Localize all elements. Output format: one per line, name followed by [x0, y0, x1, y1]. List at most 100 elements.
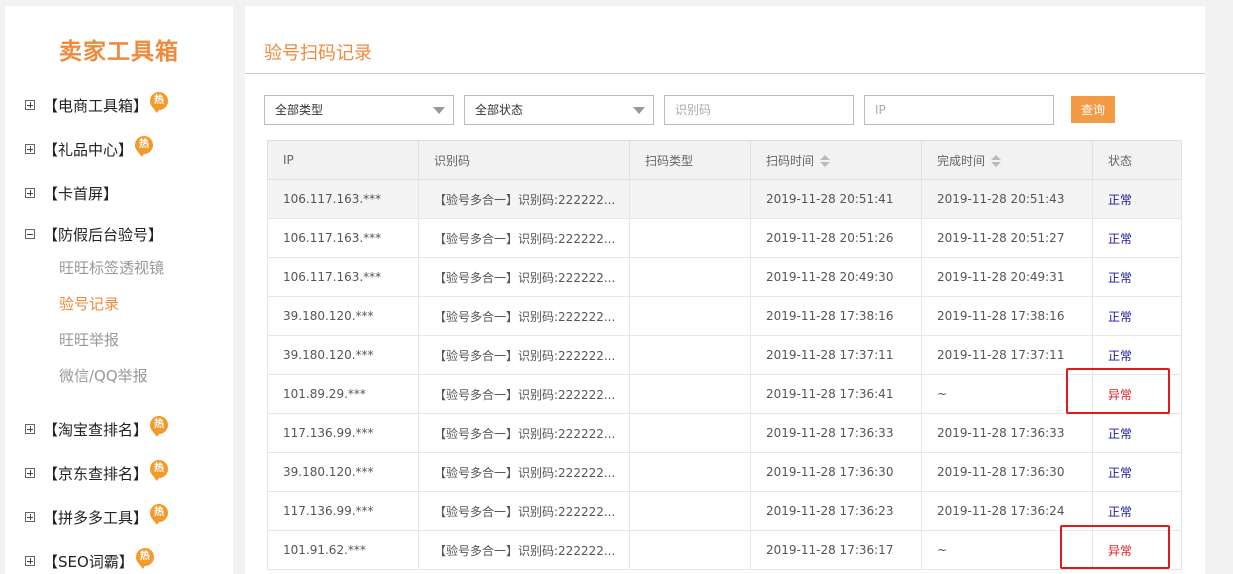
- nav-item-anti-fake-verify[interactable]: 【防假后台验号】: [25, 223, 163, 245]
- table-row: 39.180.120.*** 【验号多合一】识别码:222222... 2019-1…: [267, 452, 1182, 492]
- nav-item-pinduoduo-tools[interactable]: 【拼多多工具】 热: [25, 504, 169, 528]
- header-label: IP: [283, 153, 294, 167]
- cell-code[interactable]: 【验号多合一】识别码:222222...: [418, 413, 630, 453]
- cell-code-text: 【验号多合一】识别码:222222...: [434, 231, 616, 246]
- code-input[interactable]: [664, 95, 854, 125]
- header-label: 完成时间: [937, 153, 986, 168]
- cell-code[interactable]: 【验号多合一】识别码:222222...: [418, 491, 630, 531]
- nav-label: 【京东查排名】: [43, 464, 149, 483]
- cell-code-text: 【验号多合一】识别码:222222...: [434, 309, 616, 324]
- records-table: IP 识别码 扫码类型 扫码时间 完成时间 状态 106.117.163.***…: [267, 140, 1182, 570]
- sub-item-wangwang-report[interactable]: 旺旺举报: [59, 329, 119, 350]
- nav-label: 【卡首屏】: [43, 184, 119, 203]
- expand-icon[interactable]: [25, 424, 35, 434]
- column-header-finish-time[interactable]: 完成时间: [921, 140, 1093, 180]
- cell-code[interactable]: 【验号多合一】识别码:222222...: [418, 296, 630, 336]
- cell-ip: 39.180.120.***: [267, 296, 419, 336]
- cell-scan-type: [629, 530, 751, 570]
- cell-code[interactable]: 【验号多合一】识别码:222222...: [418, 335, 630, 375]
- cell-scan-time: 2019-11-28 17:36:30: [750, 452, 922, 492]
- cell-ip-text: 106.117.163.***: [283, 231, 382, 245]
- cell-scan-time: 2019-11-28 17:38:16: [750, 296, 922, 336]
- cell-finish-time-text: ~: [937, 543, 948, 557]
- cell-scan-time-text: 2019-11-28 17:37:11: [766, 348, 894, 362]
- type-select[interactable]: 全部类型: [264, 95, 454, 125]
- column-header-status: 状态: [1092, 140, 1182, 180]
- chevron-down-icon: [633, 107, 645, 114]
- expand-icon[interactable]: [25, 144, 35, 154]
- main-panel: 验号扫码记录 全部类型 全部状态 查询 IP 识别码 扫码类型 扫码时间 完成时…: [245, 6, 1205, 574]
- sub-item-wechat-qq-report[interactable]: 微信/QQ举报: [59, 365, 148, 386]
- sort-icon[interactable]: [991, 154, 1002, 167]
- expand-icon[interactable]: [25, 100, 35, 110]
- cell-finish-time-text: 2019-11-28 20:51:43: [937, 192, 1065, 206]
- nav-item-seo-cibа[interactable]: 【SEO词霸】 热: [25, 548, 154, 572]
- cell-finish-time-text: 2019-11-28 17:36:30: [937, 465, 1065, 479]
- title-divider: [245, 73, 1205, 74]
- cell-status-text: 正常: [1108, 309, 1133, 324]
- type-select-value: 全部类型: [275, 103, 324, 117]
- hot-badge-icon: 热: [150, 460, 169, 481]
- cell-scan-time: 2019-11-28 20:49:30: [750, 257, 922, 297]
- nav-label: 【拼多多工具】: [43, 508, 149, 527]
- cell-ip-text: 39.180.120.***: [283, 348, 374, 362]
- nav-item-taobao-rank[interactable]: 【淘宝查排名】 热: [25, 416, 169, 440]
- cell-code-text: 【验号多合一】识别码:222222...: [434, 348, 616, 363]
- nav-label: 【礼品中心】: [43, 140, 134, 159]
- nav-item-gift-center[interactable]: 【礼品中心】 热: [25, 136, 154, 160]
- cell-scan-time-text: 2019-11-28 20:51:26: [766, 231, 894, 245]
- nav-item-jd-rank[interactable]: 【京东查排名】 热: [25, 460, 169, 484]
- hot-badge-icon: 热: [135, 548, 154, 569]
- cell-ip: 117.136.99.***: [267, 413, 419, 453]
- cell-scan-time-text: 2019-11-28 17:36:30: [766, 465, 894, 479]
- cell-scan-time: 2019-11-28 17:36:17: [750, 530, 922, 570]
- collapse-icon[interactable]: [25, 229, 35, 239]
- cell-status: 正常: [1092, 218, 1182, 258]
- sub-item-wangwang-tag-lens[interactable]: 旺旺标签透视镜: [59, 257, 164, 278]
- cell-code-text: 【验号多合一】识别码:222222...: [434, 504, 616, 519]
- cell-code[interactable]: 【验号多合一】识别码:222222...: [418, 530, 630, 570]
- cell-scan-time: 2019-11-28 17:36:41: [750, 374, 922, 414]
- sub-item-verify-records[interactable]: 验号记录: [59, 293, 119, 314]
- table-row: 39.180.120.*** 【验号多合一】识别码:222222... 2019-1…: [267, 335, 1182, 375]
- cell-code[interactable]: 【验号多合一】识别码:222222...: [418, 374, 630, 414]
- cell-status-text: 正常: [1108, 426, 1133, 441]
- cell-ip-text: 39.180.120.***: [283, 309, 374, 323]
- status-select[interactable]: 全部状态: [464, 95, 654, 125]
- cell-scan-time-text: 2019-11-28 17:36:33: [766, 426, 894, 440]
- cell-code[interactable]: 【验号多合一】识别码:222222...: [418, 452, 630, 492]
- cell-ip: 39.180.120.***: [267, 335, 419, 375]
- cell-code-text: 【验号多合一】识别码:222222...: [434, 543, 616, 558]
- ip-input[interactable]: [864, 95, 1054, 125]
- cell-status-text: 正常: [1108, 465, 1133, 480]
- expand-icon[interactable]: [25, 468, 35, 478]
- nav-item-first-screen[interactable]: 【卡首屏】: [25, 182, 118, 204]
- sort-icon[interactable]: [820, 154, 831, 167]
- header-label: 识别码: [434, 153, 471, 168]
- expand-icon[interactable]: [25, 512, 35, 522]
- cell-code[interactable]: 【验号多合一】识别码:222222...: [418, 257, 630, 297]
- cell-status-text: 正常: [1108, 231, 1133, 246]
- header-label: 扫码时间: [766, 153, 815, 168]
- cell-finish-time: 2019-11-28 17:36:33: [921, 413, 1093, 453]
- cell-ip-text: 39.180.120.***: [283, 465, 374, 479]
- cell-status: 正常: [1092, 452, 1182, 492]
- cell-ip: 106.117.163.***: [267, 179, 419, 219]
- cell-finish-time-text: ~: [937, 387, 948, 401]
- cell-scan-time-text: 2019-11-28 17:38:16: [766, 309, 894, 323]
- expand-icon[interactable]: [25, 556, 35, 566]
- cell-finish-time-text: 2019-11-28 17:38:16: [937, 309, 1065, 323]
- column-header-scan-time[interactable]: 扫码时间: [750, 140, 922, 180]
- cell-scan-type: [629, 374, 751, 414]
- highlight-box: [1060, 525, 1170, 569]
- expand-icon[interactable]: [25, 188, 35, 198]
- header-label: 扫码类型: [645, 153, 694, 168]
- query-button[interactable]: 查询: [1071, 96, 1115, 123]
- nav-item-ecommerce-toolbox[interactable]: 【电商工具箱】 热: [25, 92, 169, 116]
- cell-code[interactable]: 【验号多合一】识别码:222222...: [418, 218, 630, 258]
- cell-code[interactable]: 【验号多合一】识别码:222222...: [418, 179, 630, 219]
- cell-ip-text: 117.136.99.***: [283, 426, 374, 440]
- cell-ip: 117.136.99.***: [267, 491, 419, 531]
- cell-status: 正常: [1092, 257, 1182, 297]
- sidebar: 卖家工具箱 【电商工具箱】 热 【礼品中心】 热 【卡首屏】 【防假后台验号】 …: [5, 6, 233, 574]
